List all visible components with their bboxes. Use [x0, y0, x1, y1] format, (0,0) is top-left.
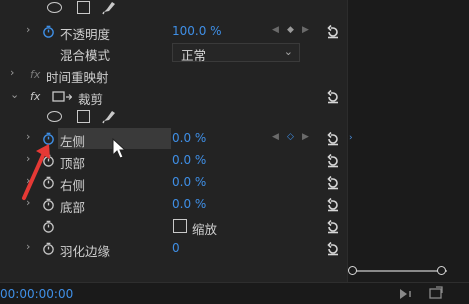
chevron-right-icon[interactable]: › — [26, 174, 30, 187]
crop-left-row: › 左侧 0.0 % ◀ ◇ ▶ — [0, 128, 347, 150]
crop-mask-tools — [0, 106, 347, 128]
export-frame-icon[interactable] — [429, 286, 443, 299]
timeline-range-bar[interactable] — [352, 270, 447, 272]
stopwatch-icon[interactable] — [42, 198, 55, 211]
opacity-value[interactable]: 100.0 % — [172, 24, 222, 38]
chevron-right-icon[interactable]: › — [26, 130, 30, 143]
stopwatch-icon[interactable] — [42, 154, 55, 167]
stopwatch-icon[interactable] — [42, 242, 55, 255]
crop-right-label: 右侧 — [60, 178, 86, 193]
stopwatch-icon[interactable] — [42, 176, 55, 189]
chevron-down-icon: ⌄ — [283, 45, 293, 58]
blend-mode-select[interactable]: 正常 ⌄ — [172, 43, 300, 63]
blend-mode-row: 混合模式 正常 ⌄ — [0, 42, 347, 64]
reset-icon[interactable] — [325, 89, 341, 105]
blend-mode-value: 正常 — [181, 48, 207, 63]
footer-icons — [400, 286, 443, 299]
chevron-right-icon[interactable]: › — [26, 23, 30, 36]
feather-edges-row: › 羽化边缘 0 — [0, 238, 347, 260]
rect-mask-icon[interactable] — [77, 1, 90, 14]
pen-mask-icon[interactable] — [101, 108, 117, 124]
stopwatch-icon[interactable] — [42, 132, 55, 145]
chevron-down-icon[interactable]: ⌄ — [10, 88, 19, 101]
chevron-right-icon[interactable]: › — [10, 66, 14, 79]
reset-icon[interactable] — [325, 131, 341, 147]
crop-zoom-row: 缩放 — [0, 216, 347, 238]
transform-icon — [52, 91, 72, 102]
blend-mode-label: 混合模式 — [60, 48, 111, 63]
current-timecode[interactable]: 00:00:00:00 — [0, 287, 73, 301]
crop-left-label: 左侧 — [60, 134, 86, 149]
chevron-right-icon[interactable]: › — [26, 152, 30, 165]
keyframe-icon[interactable]: ◇ — [287, 132, 294, 142]
ellipse-mask-icon[interactable] — [47, 111, 62, 122]
opacity-row: › 不透明度 100.0 % ◀ ◆ ▶ — [0, 21, 347, 43]
crop-effect-row[interactable]: ⌄ fx 裁剪 — [0, 86, 347, 108]
reset-icon[interactable] — [325, 24, 341, 40]
next-keyframe-icon[interactable]: ▶ — [302, 132, 309, 142]
reset-icon[interactable] — [325, 219, 341, 235]
keyframe-timeline[interactable] — [347, 0, 469, 282]
time-remap-row[interactable]: › fx 时间重映射 — [0, 64, 347, 86]
prev-keyframe-icon[interactable]: ◀ — [272, 132, 279, 142]
feather-edges-value[interactable]: 0 — [172, 241, 180, 255]
chevron-right-icon[interactable]: › — [26, 240, 30, 253]
keyframe-icon[interactable]: ◆ — [287, 25, 294, 35]
time-remap-label: 时间重映射 — [46, 70, 109, 85]
zoom-label: 缩放 — [192, 222, 218, 237]
opacity-label: 不透明度 — [60, 27, 111, 42]
cursor-icon — [112, 138, 127, 159]
crop-top-row: › 顶部 0.0 % — [0, 150, 347, 172]
opacity-mask-tools — [0, 0, 347, 19]
stopwatch-icon[interactable] — [42, 25, 55, 38]
stopwatch-icon[interactable] — [42, 220, 55, 233]
crop-bottom-label: 底部 — [60, 200, 86, 215]
chevron-right-icon[interactable]: › — [26, 196, 30, 209]
pen-mask-icon[interactable] — [101, 0, 117, 15]
reset-icon[interactable] — [325, 153, 341, 169]
crop-bottom-row: › 底部 0.0 % — [0, 194, 347, 216]
zoom-checkbox[interactable] — [173, 219, 187, 233]
next-keyframe-icon[interactable]: ▶ — [302, 25, 309, 35]
crop-left-value[interactable]: 0.0 % — [172, 131, 206, 145]
crop-top-value[interactable]: 0.0 % — [172, 153, 206, 167]
fx-toggle[interactable]: fx — [30, 90, 40, 103]
range-start-handle[interactable] — [348, 266, 357, 275]
crop-right-row: › 右侧 0.0 % — [0, 172, 347, 194]
play-audio-icon[interactable] — [400, 289, 411, 299]
reset-icon[interactable] — [325, 241, 341, 257]
ellipse-mask-icon[interactable] — [47, 2, 62, 13]
crop-top-label: 顶部 — [60, 156, 86, 171]
reset-icon[interactable] — [325, 197, 341, 213]
crop-bottom-value[interactable]: 0.0 % — [172, 197, 206, 211]
rect-mask-icon[interactable] — [77, 110, 90, 123]
feather-edges-label: 羽化边缘 — [60, 244, 111, 259]
prev-keyframe-icon[interactable]: ◀ — [272, 25, 279, 35]
reset-icon[interactable] — [325, 175, 341, 191]
effect-controls-panel: › › 不透明度 100.0 % ◀ ◆ ▶ 混合模式 正常 ⌄ › fx 时间… — [0, 0, 469, 304]
crop-right-value[interactable]: 0.0 % — [172, 175, 206, 189]
range-end-handle[interactable] — [437, 266, 446, 275]
footer-bar: 00:00:00:00 — [0, 282, 469, 304]
fx-badge: fx — [30, 68, 41, 81]
timeline-chevron-icon: › — [349, 133, 353, 143]
